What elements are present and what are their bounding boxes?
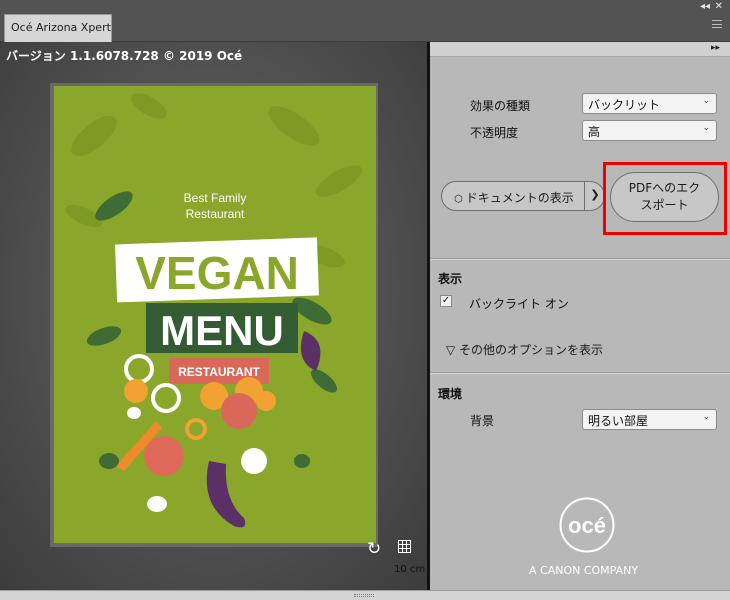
panel-menu-icon[interactable] — [712, 20, 722, 28]
poster-tagline-2: Restaurant — [186, 207, 245, 221]
export-pdf-line-2: スポート — [640, 198, 689, 212]
poster-tagline-1: Best Family — [184, 191, 247, 205]
cube-icon: ⬡ — [454, 194, 463, 205]
show-document-button[interactable]: ⬡ ドキュメントの表示 — [441, 181, 605, 211]
opacity-select[interactable]: 高 ⌄ — [582, 120, 717, 141]
chevron-down-icon: ❯ — [590, 188, 600, 201]
close-icon[interactable]: ✕ — [715, 0, 723, 13]
chevron-down-icon: ⌄ — [702, 412, 710, 422]
background-label: 背景 — [470, 414, 495, 428]
oce-logo: océ — [559, 497, 615, 553]
poster-artwork: Best Family Restaurant VEGAN MENU RESTAU… — [65, 93, 363, 528]
resize-grip[interactable] — [354, 594, 374, 597]
export-pdf-button[interactable]: PDFへのエク スポート — [610, 172, 719, 222]
poster-preview: Best Family Restaurant VEGAN MENU RESTAU… — [54, 86, 376, 543]
effect-type-label: 効果の種類 — [470, 99, 531, 113]
poster-headline-vegan: VEGAN — [135, 247, 299, 299]
section-divider — [430, 258, 730, 260]
poster-headline-menu: MENU — [160, 307, 284, 354]
effect-type-value: バックリット — [588, 98, 661, 112]
background-select[interactable]: 明るい部屋 ⌄ — [582, 409, 717, 430]
show-document-dropdown[interactable]: ❯ — [584, 181, 605, 211]
more-options-toggle[interactable]: ▽ その他のオプションを表示 — [446, 341, 603, 358]
export-pdf-line-1: PDFへのエク — [628, 181, 701, 195]
chevron-down-icon: ⌄ — [702, 123, 710, 133]
title-bar: Océ Arizona Xpert ◂◂ ✕ — [0, 0, 730, 42]
show-document-label: ドキュメントの表示 — [465, 191, 574, 205]
section-divider — [430, 372, 730, 374]
effect-type-select[interactable]: バックリット ⌄ — [582, 93, 717, 114]
opacity-label: 不透明度 — [470, 126, 519, 140]
poster-badge-text: RESTAURANT — [178, 365, 260, 379]
canon-tagline: A CANON COMPANY — [529, 564, 639, 577]
rotate-icon[interactable]: ↻ — [367, 541, 381, 558]
panel-tab[interactable]: Océ Arizona Xpert — [4, 14, 112, 42]
backlight-checkbox[interactable]: ✓ — [440, 295, 452, 307]
grid-icon[interactable] — [398, 540, 411, 553]
opacity-value: 高 — [588, 125, 601, 139]
chevron-down-icon: ⌄ — [702, 96, 710, 106]
collapse-panels-icon[interactable]: ◂◂ — [700, 0, 710, 13]
display-section-title: 表示 — [438, 272, 463, 286]
preview-area: バージョン 1.1.6078.728 © 2019 Océ Best Famil… — [0, 42, 427, 590]
environment-section-title: 環境 — [438, 387, 463, 401]
oce-logo-text: océ — [568, 513, 606, 538]
panel-header-strip: ▸▸ — [430, 42, 730, 57]
status-bar — [0, 590, 730, 600]
expand-panel-icon[interactable]: ▸▸ — [711, 43, 720, 53]
version-text: バージョン 1.1.6078.728 © 2019 Océ — [6, 49, 243, 63]
background-value: 明るい部屋 — [588, 414, 649, 428]
scale-label: 10 cm — [394, 564, 426, 575]
settings-panel: ▸▸ 効果の種類 バックリット ⌄ 不透明度 高 ⌄ ⬡ ドキュメントの表示 ❯ … — [430, 42, 730, 590]
backlight-on-label: バックライト オン — [469, 297, 569, 311]
